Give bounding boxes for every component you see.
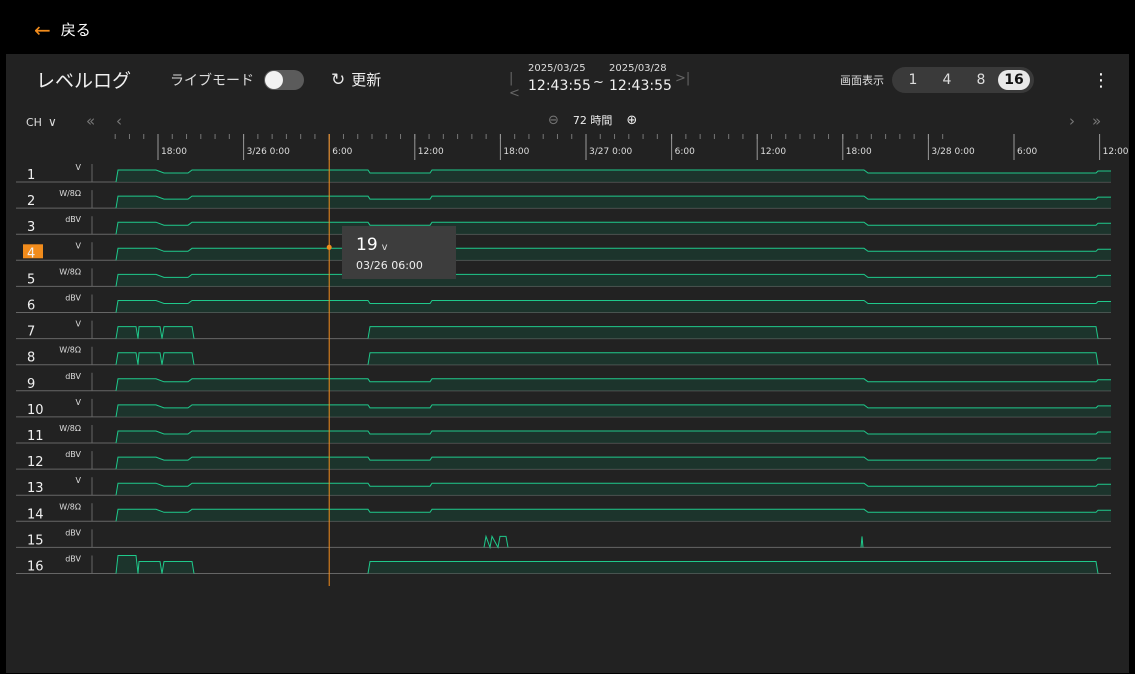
trace-fill: [116, 170, 1111, 182]
channel-unit: V: [76, 476, 82, 485]
channel-unit: V: [76, 241, 82, 250]
channel-rows: 1V2W/8Ω3dBV4V5W/8Ω6dBV7V8W/8Ω9dBV10V11W/…: [16, 163, 1111, 575]
channel-row: 14 W/8Ω: [16, 502, 1111, 522]
time-label: 18:00: [846, 147, 872, 157]
time-label: 6:00: [332, 147, 352, 157]
cursor-value: 19: [356, 235, 378, 255]
time-label: 3/28 0:00: [931, 147, 975, 157]
channel-row: 13 V: [16, 476, 1111, 496]
channel-row: 8 W/8Ω: [16, 346, 1111, 366]
trace-fill: [116, 378, 1111, 391]
channel-row: 3 dBV: [16, 215, 1111, 235]
channel-row: 5 W/8Ω: [16, 267, 1111, 287]
channel-unit: W/8Ω: [59, 267, 81, 276]
channel-row: 10 V: [16, 398, 1111, 418]
level-log-screen: ← 戻る レベルログ ライブモード ↻ 更新 |< 2025/03/25 12:…: [6, 6, 1129, 673]
trace-fill: [116, 248, 1111, 261]
channel-unit: V: [76, 163, 82, 172]
time-label: 12:00: [760, 147, 786, 157]
channel-unit: dBV: [65, 372, 81, 381]
trace-fill: [116, 222, 1111, 235]
channel-row: 6 dBV: [16, 294, 1111, 314]
time-label: 12:00: [418, 147, 444, 157]
time-label: 6:00: [1017, 147, 1037, 157]
channel-unit: dBV: [65, 215, 81, 224]
channel-unit: dBV: [65, 450, 81, 459]
cursor-value-row: 19 v: [356, 235, 388, 255]
channel-number: 6: [27, 299, 35, 314]
channel-number: 8: [27, 351, 35, 366]
time-label: 18:00: [161, 147, 187, 157]
trace-line: [483, 534, 864, 550]
channel-unit: dBV: [65, 555, 81, 564]
channel-row: 12 dBV: [16, 450, 1111, 470]
trace-fill: [116, 300, 1111, 313]
channel-row: 2 W/8Ω: [16, 189, 1111, 209]
channel-unit: dBV: [65, 528, 81, 537]
time-label: 3/26 0:00: [247, 147, 291, 157]
trace-fill: [116, 196, 1111, 209]
channel-number: 16: [27, 560, 44, 575]
cursor-tooltip: 19 v 03/26 06:00: [342, 226, 456, 279]
channel-number: 2: [27, 194, 35, 209]
channel-number: 1: [27, 168, 35, 183]
cursor-datetime: 03/26 06:00: [356, 259, 423, 272]
channel-number: 4: [27, 246, 35, 261]
channel-number: 7: [27, 325, 35, 340]
channel-number: 11: [27, 429, 44, 444]
channel-unit: dBV: [65, 294, 81, 303]
channel-row: 7V: [16, 320, 1111, 340]
channel-number: 5: [27, 272, 35, 287]
channel-row: 9 dBV: [16, 372, 1111, 392]
channel-unit: W/8Ω: [59, 424, 81, 433]
channel-unit: V: [76, 398, 82, 407]
cursor-unit: v: [381, 242, 388, 253]
channel-number: 12: [27, 455, 44, 470]
trace-fill: [116, 457, 1111, 470]
time-label: 18:00: [503, 147, 529, 157]
cursor-dot: [326, 244, 332, 250]
time-label: 6:00: [675, 147, 695, 157]
channel-number: 13: [27, 481, 44, 496]
channel-row: 1V: [16, 163, 1111, 183]
channel-unit: V: [76, 320, 82, 329]
trace-fill: [116, 404, 1111, 417]
channel-unit: W/8Ω: [59, 502, 81, 511]
channel-number: 10: [27, 403, 44, 418]
channel-number: 15: [27, 533, 44, 548]
time-label: 3/27 0:00: [589, 147, 633, 157]
time-axis: 18:00 3/26 0:00 6:00 12:00 18:00 3/27 0:00 6:0…: [114, 134, 1129, 160]
channel-unit: W/8Ω: [59, 189, 81, 198]
channel-row: 4V: [16, 241, 1111, 261]
trace-fill: [116, 352, 1098, 365]
channel-row: 16 dBV: [16, 555, 1111, 575]
channel-number: 14: [27, 507, 44, 522]
time-label: 12:00: [1103, 147, 1129, 157]
level-log-chart: 18:00 3/26 0:00 6:00 12:00 18:00 3/27 0:00 6:0…: [16, 134, 1129, 586]
trace-fill: [116, 555, 1098, 574]
trace-fill: [116, 431, 1111, 443]
channel-row: 11 W/8Ω: [16, 424, 1111, 444]
channel-row: 15 dBV: [16, 528, 1111, 550]
channel-number: 9: [27, 377, 35, 392]
trace-fill: [116, 326, 1098, 339]
trace-fill: [116, 274, 1111, 287]
trace-fill: [116, 509, 1111, 522]
channel-unit: W/8Ω: [59, 346, 81, 355]
trace-fill: [116, 483, 1111, 496]
channel-number: 3: [27, 220, 35, 235]
